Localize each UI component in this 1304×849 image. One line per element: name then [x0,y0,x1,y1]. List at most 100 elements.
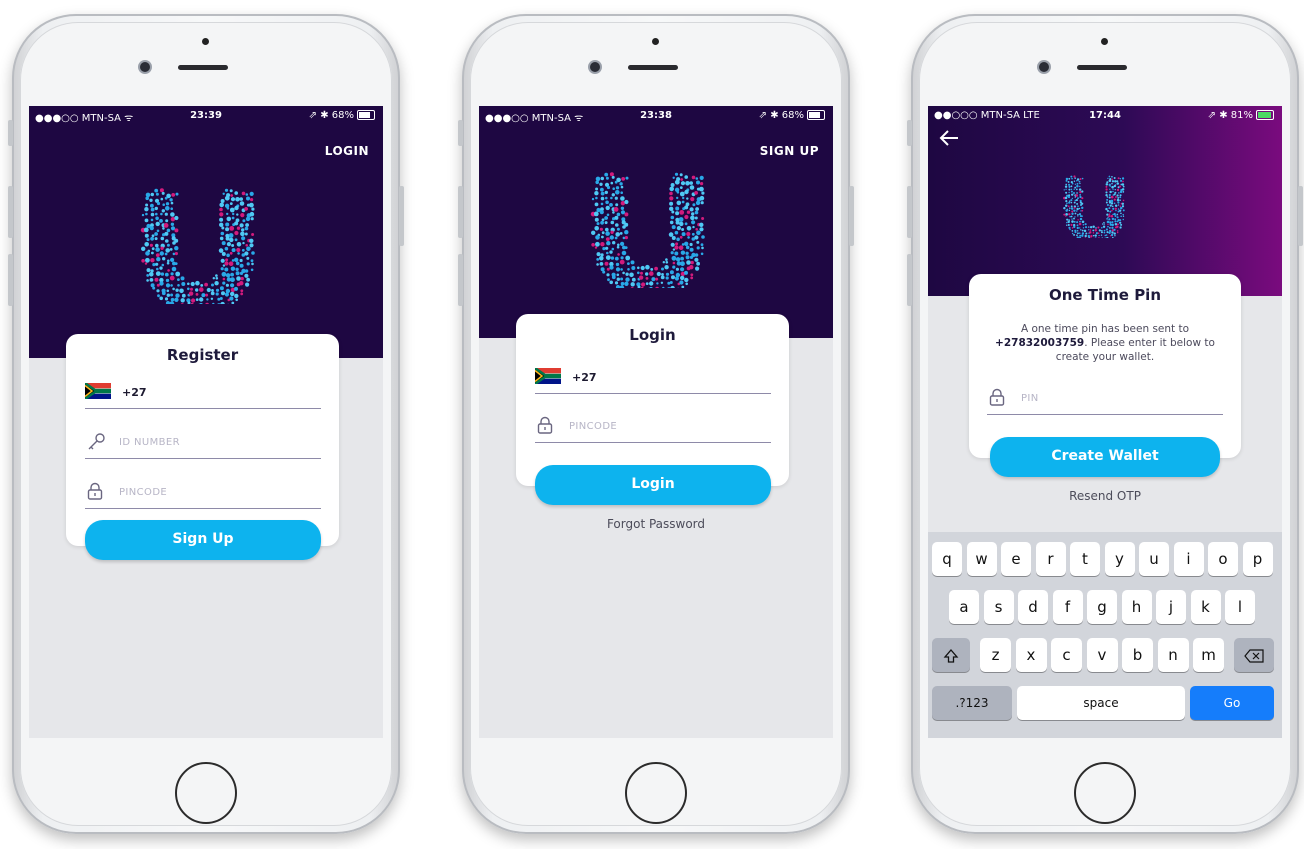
logo-dot [150,192,154,197]
key-z[interactable]: z [980,638,1011,672]
key-a[interactable]: a [949,590,979,624]
logo-dot [669,220,674,225]
key-x[interactable]: x [1015,638,1047,672]
key-r[interactable]: r [1035,542,1066,576]
key-q[interactable]: q [932,542,962,576]
logo-dot [1108,196,1111,199]
key-y[interactable]: y [1104,542,1135,576]
phone-field[interactable]: +27 [85,374,321,409]
logo-dot [210,297,214,300]
key-n[interactable]: n [1157,638,1189,672]
logo-dot [680,178,684,181]
sign-up-button[interactable]: Sign Up [85,520,321,560]
logo-dot [242,219,246,223]
logo-dot [234,221,239,226]
forgot-password-link[interactable]: Forgot Password [479,517,833,531]
logo-dot [1081,209,1084,212]
logo-dot [155,192,159,196]
home-button[interactable] [175,762,237,824]
numbers-key[interactable]: .?123 [932,686,1012,720]
logo-dot [229,296,234,301]
logo-dot [685,282,688,286]
key-p[interactable]: p [1242,542,1273,576]
key-d[interactable]: d [1018,590,1048,624]
login-button[interactable]: Login [535,465,771,505]
logo-dot [616,227,620,231]
logo-dot [602,247,606,251]
pincode-field[interactable]: PINCODE [85,474,321,509]
logo-dot [1076,224,1079,227]
pincode-field[interactable]: PINCODE [535,408,771,443]
key-o[interactable]: o [1208,542,1238,576]
key-l[interactable]: l [1225,590,1255,624]
key-b[interactable]: b [1122,638,1153,672]
key-f[interactable]: f [1052,590,1083,624]
key-h[interactable]: h [1121,590,1152,624]
logo-dot [1113,228,1116,231]
home-button[interactable] [1074,762,1136,824]
logo-dot [1122,180,1124,183]
logo-dot [164,212,168,216]
logo-dot [228,261,234,266]
logo-dot [668,232,674,237]
logo-dot [1074,186,1077,189]
key-k[interactable]: k [1190,590,1221,624]
create-wallet-button[interactable]: Create Wallet [990,437,1220,477]
logo-dot [701,217,705,220]
logo-dot [675,206,680,211]
logo-dot [609,203,613,207]
logo-dot [669,206,674,211]
logo-dot [150,212,155,217]
key-s[interactable]: s [983,590,1014,624]
delete-key[interactable] [1234,638,1274,672]
logo-dot [591,230,596,235]
country-code: +27 [122,386,147,399]
key-m[interactable]: m [1193,638,1224,672]
back-arrow-icon[interactable] [938,128,960,148]
phone-field[interactable]: +27 [535,359,771,394]
logo-dot [596,252,601,257]
logo-dot [1107,177,1109,180]
go-key[interactable]: Go [1190,686,1274,720]
logo-dot [1071,212,1074,215]
key-j[interactable]: j [1156,590,1186,624]
logo-dot [241,248,245,252]
logo-dot [676,226,681,231]
logo-dot [616,212,621,217]
logo-dot [1122,215,1125,218]
resend-otp-link[interactable]: Resend OTP [928,489,1282,503]
hero-banner: ●●●○○ MTN-SA ᯤ 23:38 ⇗ ✱ 68% SIGN UP [479,106,833,338]
logo-dot [1067,223,1070,226]
key-u[interactable]: u [1139,542,1169,576]
logo-dot [685,245,690,250]
logo-dot [630,282,635,287]
login-link[interactable]: LOGIN [325,144,369,158]
logo-dot [212,277,215,280]
sign-up-link[interactable]: SIGN UP [760,144,819,158]
logo-dot [170,257,175,262]
logo-dot [670,215,675,220]
key-e[interactable]: e [1001,542,1031,576]
key-t[interactable]: t [1070,542,1100,576]
shift-key[interactable] [932,638,970,672]
key-i[interactable]: i [1173,542,1204,576]
key-c[interactable]: c [1051,638,1082,672]
key-g[interactable]: g [1087,590,1117,624]
logo-dot [210,291,215,296]
pin-field[interactable]: PIN [987,380,1223,415]
logo-dot [684,175,688,179]
key-w[interactable]: w [966,542,997,576]
logo-dot [620,196,625,201]
card-title: Register [166,346,239,364]
space-key[interactable]: space [1017,686,1185,720]
home-button[interactable] [625,762,687,824]
logo-dot [1111,209,1113,212]
key-v[interactable]: v [1086,638,1118,672]
logo-dot [1121,177,1125,180]
logo-dot [614,256,619,261]
register-card: Register +27 ID NUMBER PINCODE [66,334,339,546]
id-number-field[interactable]: ID NUMBER [85,424,321,459]
earpiece-speaker [1077,65,1127,70]
logo-dot [1106,231,1109,234]
logo-dot [601,218,605,222]
